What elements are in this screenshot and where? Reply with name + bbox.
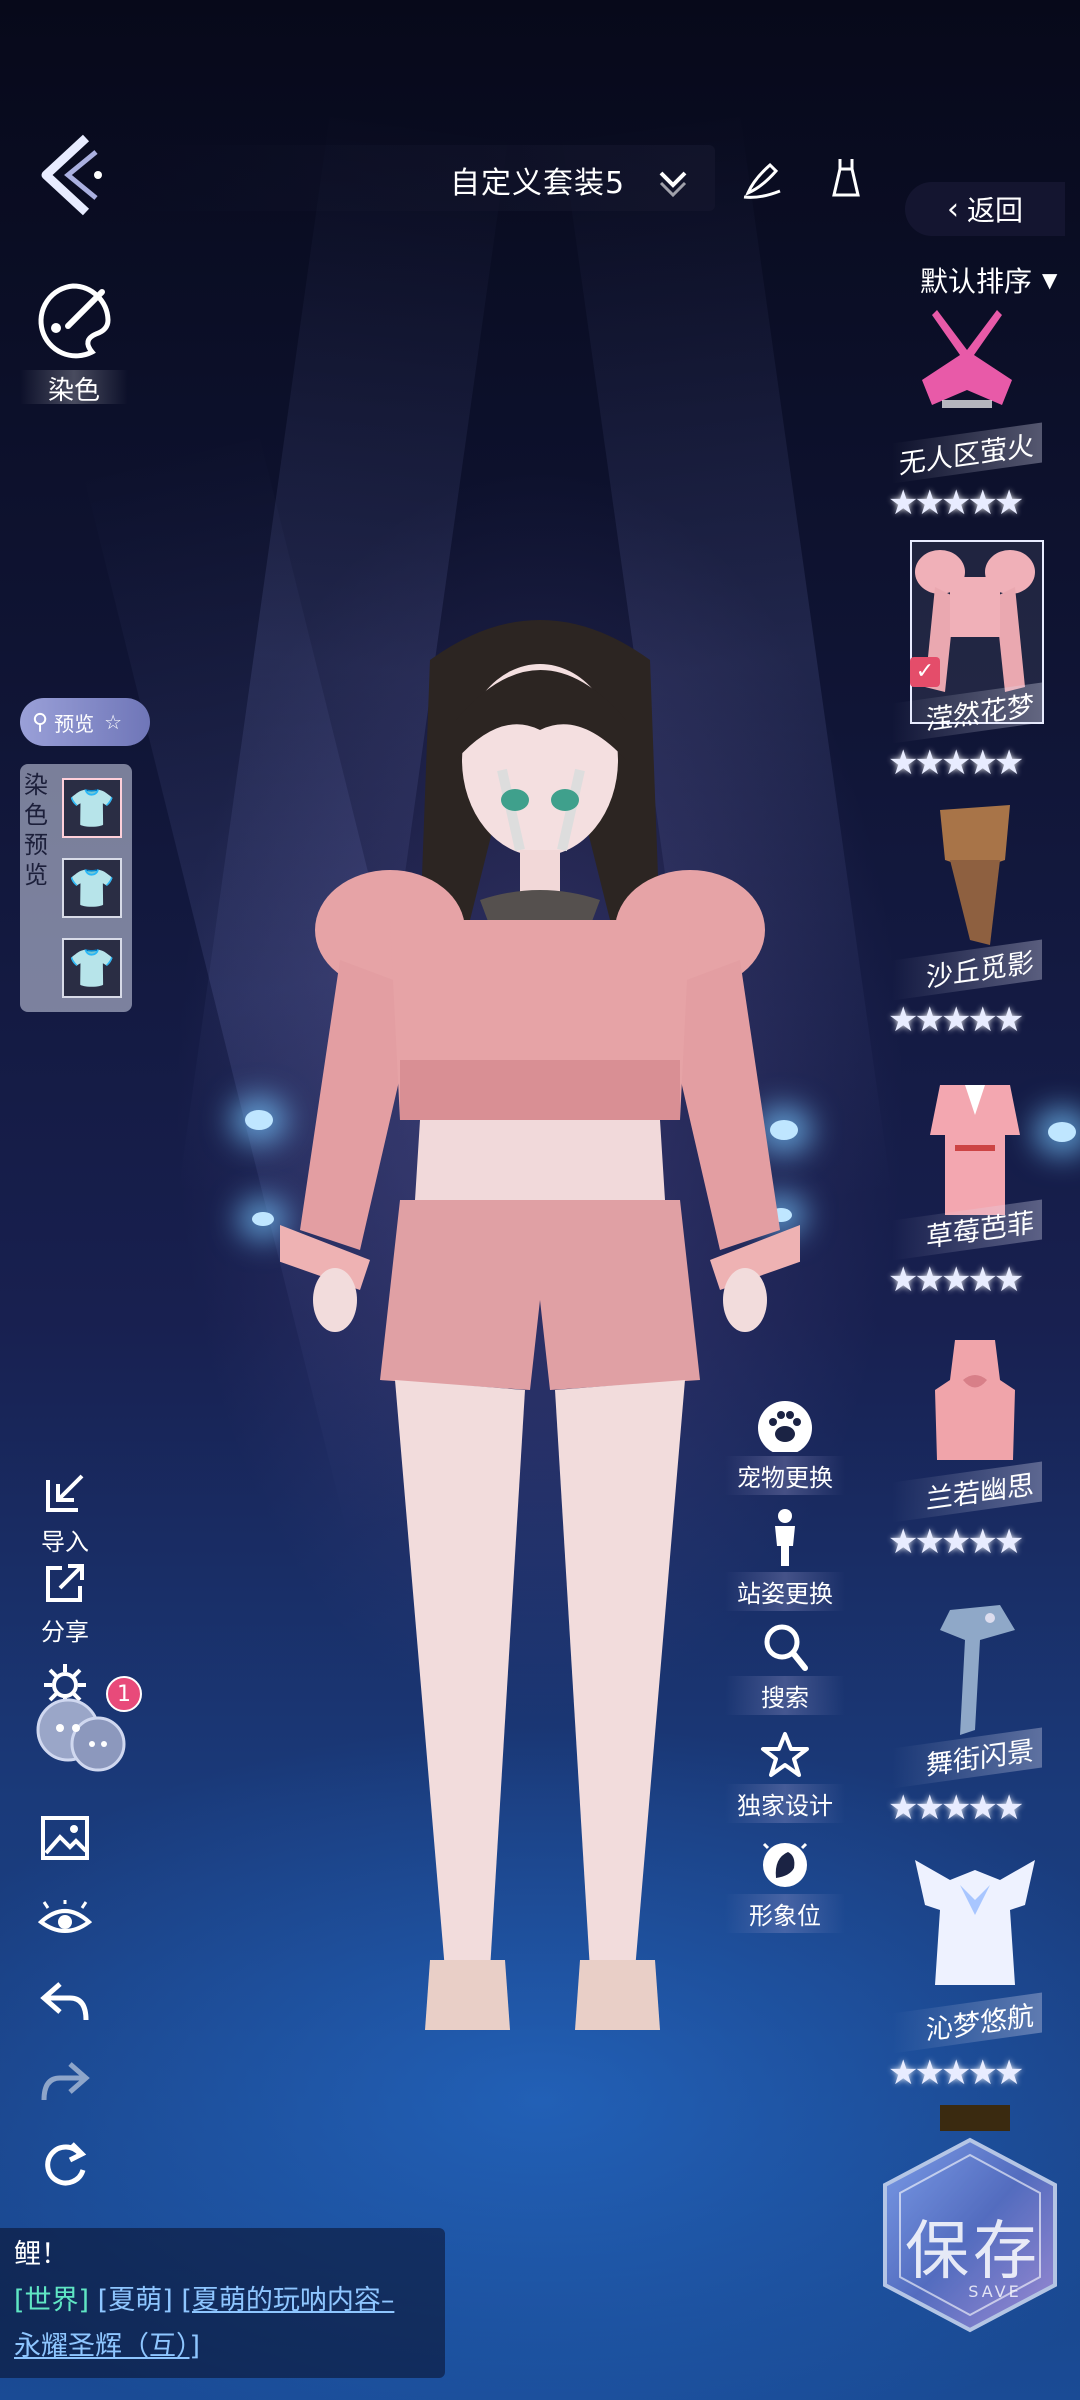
preview-toggle[interactable]: ⚲ 预览 ☆ (20, 698, 150, 746)
save-sublabel: SAVE (968, 2282, 1022, 2301)
import-label: 导入 (41, 1528, 89, 1556)
pose-change-button[interactable]: 站姿更换 (725, 1508, 845, 1611)
chat-line: [世界] [夏萌] [夏萌的玩呐内容– (14, 2278, 431, 2324)
undo-icon (40, 1982, 89, 2021)
rarity-stars: ★★★★★ (888, 2053, 1024, 2093)
chat-line: 永耀圣辉（互）] (14, 2324, 431, 2370)
clothing-thumbnail (940, 805, 1010, 945)
clothing-thumbnail (940, 1605, 1015, 1735)
outfit-title-bar[interactable] (130, 145, 715, 211)
share-icon (46, 1564, 84, 1602)
sort-dropdown[interactable]: 默认排序 ▼ (920, 260, 1057, 300)
rarity-stars: ★★★★★ (888, 1522, 1024, 1562)
shirt-icon: 👕 (68, 865, 116, 910)
notification-badge: 1 (106, 1676, 142, 1712)
search-button[interactable]: 搜索 (725, 1622, 845, 1715)
share-button[interactable]: 分享 (30, 1560, 100, 1647)
search-icon: ⚲ (32, 709, 49, 735)
wardrobe-item[interactable]: 沁梦悠航 ★★★★★ (880, 1855, 1070, 2095)
dress-icon[interactable] (823, 155, 869, 201)
back-arrow-icon[interactable] (38, 130, 108, 220)
outfit-title[interactable]: 自定义套装5 (450, 158, 625, 202)
avatar-slot-icon (762, 1842, 808, 1887)
avatar-slot-label: 形象位 (725, 1894, 845, 1933)
stage-light (252, 1212, 274, 1226)
brush-icon[interactable] (740, 155, 786, 201)
item-name: 无人区萤火 (892, 422, 1042, 484)
redo-icon (41, 2062, 90, 2101)
pet-change-label: 宠物更换 (725, 1456, 845, 1495)
checkmark-icon: ✓ (910, 657, 940, 687)
character-model[interactable] (280, 600, 800, 2070)
dye-label[interactable]: 染色 (20, 370, 128, 406)
star-icon (761, 1732, 809, 1777)
caret-down-icon: ▼ (1042, 268, 1058, 292)
chat-box[interactable]: 鲤！ [世界] [夏萌] [夏萌的玩呐内容– 永耀圣辉（互）] (0, 2228, 445, 2378)
avatar-slot-button[interactable]: 形象位 (725, 1838, 845, 1933)
wardrobe-item[interactable]: 无人区萤火 ★★★★★ (880, 305, 1070, 545)
rarity-stars: ★★★★★ (888, 1788, 1024, 1828)
redo-button[interactable] (30, 2060, 100, 2108)
clothing-thumbnail (915, 1860, 1035, 1985)
wardrobe-item[interactable]: 舞街闪景 ★★★★★ (880, 1600, 1070, 1840)
chevron-down-icon[interactable] (655, 163, 691, 199)
dye-preview-slot-1[interactable]: 👕 (62, 778, 122, 838)
search-icon (764, 1624, 808, 1671)
refresh-icon (45, 2142, 87, 2186)
reset-button[interactable] (30, 2140, 100, 2194)
save-label: 保存 (905, 2215, 1041, 2289)
dye-preview-slot-3[interactable]: 👕 (62, 938, 122, 998)
wardrobe-item-selected[interactable]: ✓ 滢然花梦 ★★★★★ (880, 535, 1070, 783)
exclusive-design-label: 独家设计 (725, 1784, 845, 1823)
pet-change-button[interactable]: 宠物更换 (725, 1400, 845, 1495)
import-button[interactable]: 导入 (30, 1470, 100, 1557)
chat-link[interactable]: 永耀圣辉（互）] (14, 2331, 200, 2362)
shirt-icon: 👕 (68, 785, 116, 830)
visibility-button[interactable] (30, 1898, 100, 1944)
stage-light (245, 1110, 273, 1130)
preview-label: 预览 (54, 711, 95, 736)
chat-line: 鲤！ (14, 2239, 68, 2270)
wardrobe-item-partial[interactable] (940, 2105, 1010, 2131)
dye-preview-slot-2[interactable]: 👕 (62, 858, 122, 918)
return-button[interactable]: ‹ 返回 (905, 182, 1065, 236)
wardrobe-item[interactable]: 沙丘觅影 ★★★★★ (880, 800, 1070, 1040)
palette-icon[interactable] (32, 280, 114, 362)
eye-icon (37, 1898, 93, 1933)
dye-preview-label: 染色预览 (24, 771, 48, 889)
wardrobe-item[interactable]: 草莓芭菲 ★★★★★ (880, 1075, 1070, 1315)
undo-button[interactable] (30, 1980, 100, 2028)
chat-link[interactable]: [夏萌的玩呐内容– (181, 2285, 394, 2316)
exclusive-design-button[interactable]: 独家设计 (725, 1730, 845, 1823)
clothing-thumbnail (935, 1340, 1015, 1460)
chevron-left-icon: ‹ (946, 191, 959, 227)
share-label: 分享 (41, 1618, 89, 1646)
wardrobe-item[interactable]: 兰若幽思 ★★★★★ (880, 1340, 1070, 1580)
rarity-stars: ★★★★★ (888, 483, 1024, 523)
gallery-button[interactable] (30, 1815, 100, 1865)
item-name: 沁梦悠航 (892, 1992, 1042, 2054)
sort-label: 默认排序 (920, 265, 1033, 298)
paw-icon (758, 1401, 812, 1455)
pose-change-label: 站姿更换 (725, 1572, 845, 1611)
item-name: 兰若幽思 (892, 1461, 1042, 1523)
chat-user[interactable]: [夏萌] (98, 2285, 173, 2316)
return-label: 返回 (966, 194, 1023, 227)
star-icon: ☆ (104, 710, 123, 734)
import-icon (46, 1474, 84, 1512)
image-icon (41, 1816, 89, 1860)
rarity-stars: ★★★★★ (888, 1000, 1024, 1040)
chat-channel: [世界] (14, 2285, 90, 2316)
rarity-stars: ★★★★★ (888, 743, 1024, 783)
shirt-icon: 👕 (68, 945, 116, 990)
search-label: 搜索 (725, 1676, 845, 1715)
rarity-stars: ★★★★★ (888, 1260, 1024, 1300)
clothing-thumbnail (922, 310, 1012, 408)
standing-person-icon (775, 1509, 795, 1566)
